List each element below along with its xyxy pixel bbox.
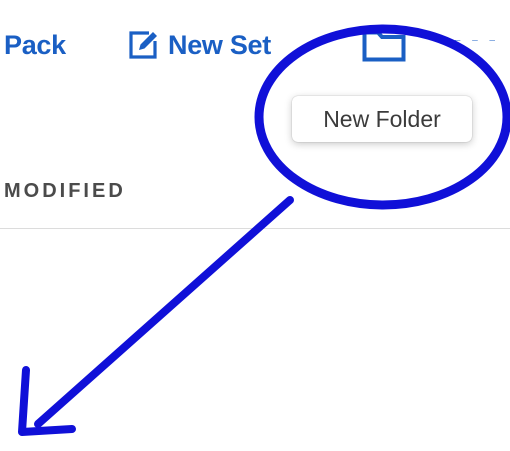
folder-icon (362, 30, 406, 62)
pack-link[interactable]: Pack (4, 28, 66, 62)
arrow-line (34, 196, 294, 428)
header-divider (0, 228, 510, 229)
new-set-button[interactable]: New Set (127, 28, 271, 62)
new-folder-button[interactable] (362, 30, 406, 62)
edit-icon (127, 29, 159, 61)
new-set-label: New Set (168, 30, 271, 60)
arrow-head (18, 366, 76, 436)
toolbar: Pack New Set ··· (0, 0, 510, 100)
column-header-modified[interactable]: MODIFIED (4, 180, 126, 203)
new-folder-tooltip: New Folder (292, 96, 472, 142)
more-button[interactable]: ··· (452, 40, 510, 56)
more-icon: ··· (452, 40, 504, 56)
